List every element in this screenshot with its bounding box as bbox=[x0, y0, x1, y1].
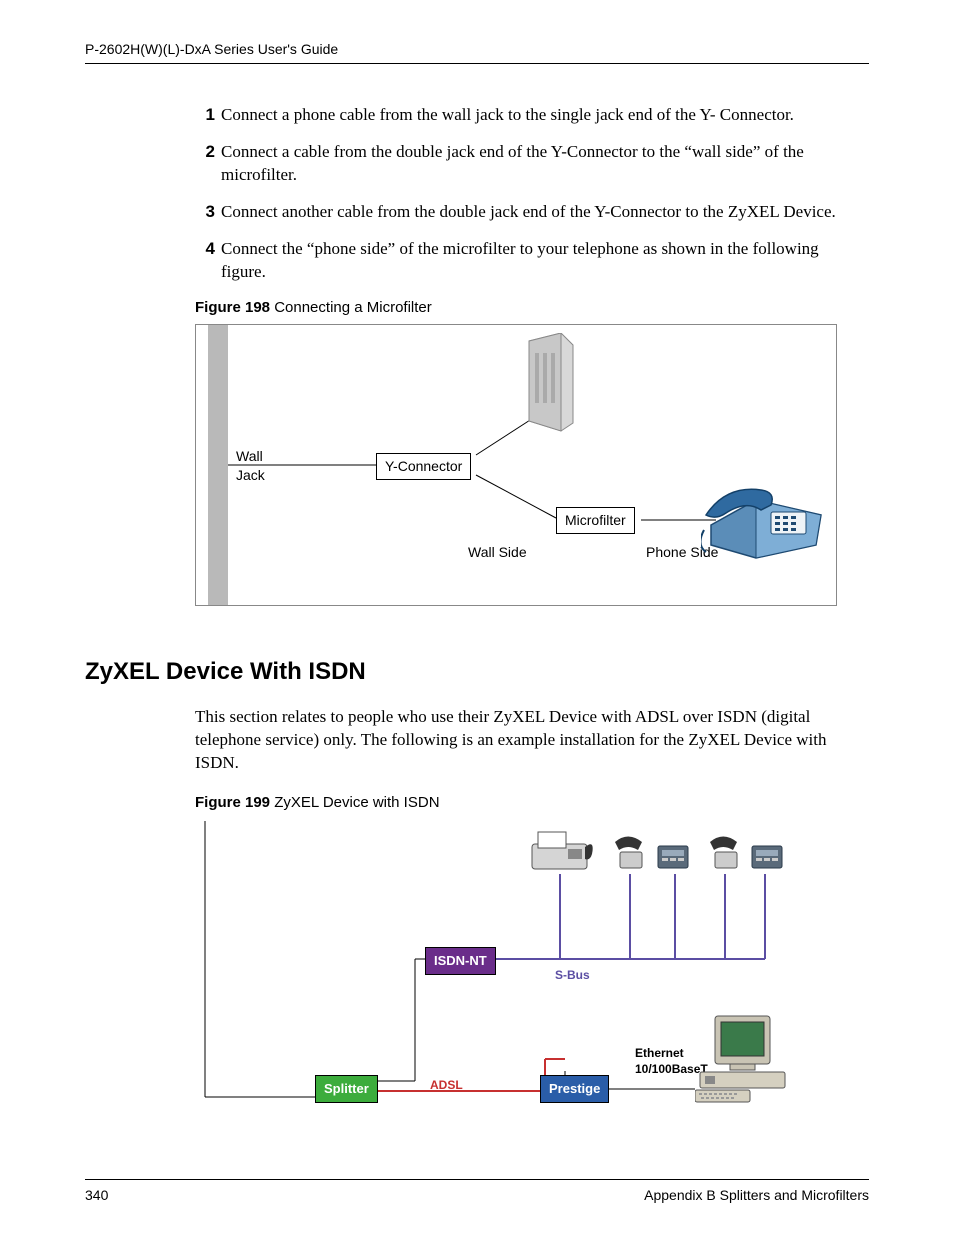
adsl-label: ADSL bbox=[430, 1077, 463, 1093]
step-text: Connect the “phone side” of the microfil… bbox=[221, 238, 859, 284]
wall-jack-label: Wall Jack bbox=[236, 447, 265, 485]
header-title: P-2602H(W)(L)-DxA Series User's Guide bbox=[85, 41, 338, 57]
step-number: 1 bbox=[195, 104, 215, 127]
page-header: P-2602H(W)(L)-DxA Series User's Guide bbox=[85, 40, 869, 64]
step-text: Connect another cable from the double ja… bbox=[221, 201, 859, 224]
section-paragraph: This section relates to people who use t… bbox=[195, 706, 859, 775]
fax-icon bbox=[530, 829, 595, 874]
step-item: 1 Connect a phone cable from the wall ja… bbox=[195, 104, 859, 127]
microfilter-box: Microfilter bbox=[556, 507, 635, 534]
step-text: Connect a cable from the double jack end… bbox=[221, 141, 859, 187]
splitter-box: Splitter bbox=[315, 1075, 378, 1103]
steps-list: 1 Connect a phone cable from the wall ja… bbox=[195, 104, 859, 284]
figure198-caption-num: Figure 198 bbox=[195, 299, 270, 316]
modem-icon bbox=[521, 333, 581, 438]
figure198-diagram: Wall Jack Y-Connector Microfilter Wall S… bbox=[195, 324, 837, 606]
sbus-label: S-Bus bbox=[555, 967, 590, 983]
page-footer: 340 Appendix B Splitters and Microfilter… bbox=[85, 1179, 869, 1205]
step-number: 4 bbox=[195, 238, 215, 284]
isdn-nt-box: ISDN-NT bbox=[425, 947, 496, 975]
wall-side-label: Wall Side bbox=[468, 543, 527, 562]
phone-icon bbox=[701, 470, 831, 560]
step-number: 2 bbox=[195, 141, 215, 187]
phone-base-icon bbox=[653, 834, 693, 874]
phone-base-icon bbox=[747, 834, 787, 874]
y-connector-box: Y-Connector bbox=[376, 453, 471, 480]
page-number: 340 bbox=[85, 1186, 108, 1205]
computer-icon bbox=[695, 1014, 790, 1104]
section-heading: ZyXEL Device With ISDN bbox=[85, 656, 869, 688]
figure199-caption-num: Figure 199 bbox=[195, 794, 270, 811]
step-text: Connect a phone cable from the wall jack… bbox=[221, 104, 859, 127]
figure198-caption: Figure 198 Connecting a Microfilter bbox=[195, 298, 869, 318]
figure199-caption-text: ZyXEL Device with ISDN bbox=[270, 794, 440, 811]
step-item: 2 Connect a cable from the double jack e… bbox=[195, 141, 859, 187]
step-number: 3 bbox=[195, 201, 215, 224]
step-item: 4 Connect the “phone side” of the microf… bbox=[195, 238, 859, 284]
step-item: 3 Connect another cable from the double … bbox=[195, 201, 859, 224]
figure198-wires bbox=[196, 325, 836, 605]
figure199-diagram: ISDN-NT S-Bus Splitter ADSL Prestige Eth… bbox=[195, 819, 795, 1109]
prestige-box: Prestige bbox=[540, 1075, 609, 1103]
figure198-caption-text: Connecting a Microfilter bbox=[270, 299, 432, 316]
phone-small-icon bbox=[610, 834, 650, 874]
phone-small-icon bbox=[705, 834, 745, 874]
appendix-label: Appendix B Splitters and Microfilters bbox=[644, 1186, 869, 1205]
figure199-caption: Figure 199 ZyXEL Device with ISDN bbox=[195, 793, 869, 813]
